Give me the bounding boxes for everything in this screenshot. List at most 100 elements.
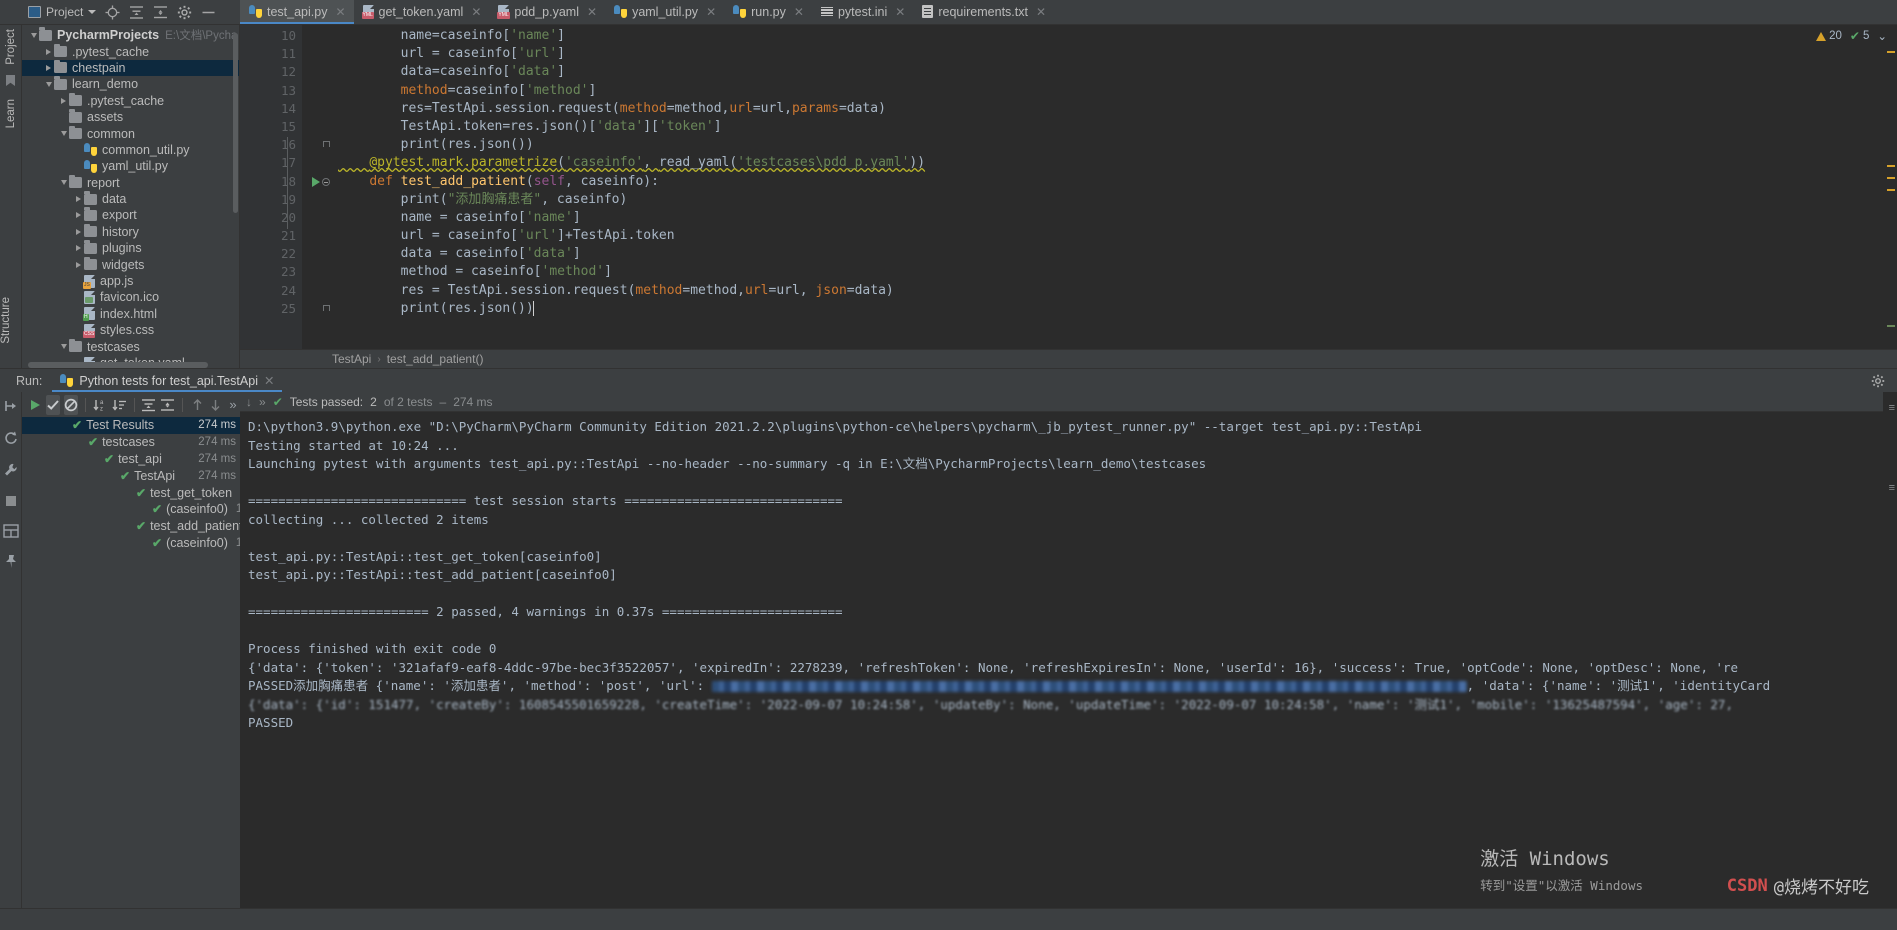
project-tree-item[interactable]: export (22, 207, 239, 223)
wrench-icon[interactable] (3, 462, 19, 481)
expand-chevron-right-icon[interactable] (43, 64, 54, 71)
editor-tab-requirements-txt[interactable]: requirements.txt ✕ (913, 0, 1054, 24)
stop-icon[interactable] (4, 494, 18, 511)
code-line[interactable]: TestApi.token=res.json()['data']['token'… (302, 118, 1883, 136)
code-line[interactable]: data=caseinfo['data'] (302, 63, 1883, 81)
code-line[interactable]: @pytest.mark.parametrize('caseinfo', rea… (302, 154, 1883, 172)
project-tree-item[interactable]: common_util.py (22, 142, 239, 158)
code-line[interactable]: method = caseinfo['method'] (302, 263, 1883, 281)
project-tree-item[interactable]: common (22, 125, 239, 141)
collapse-chevron-down-icon[interactable] (58, 344, 69, 350)
project-tree-item[interactable]: .pytest_cache (22, 43, 239, 59)
show-ignored-icon[interactable] (64, 394, 78, 415)
test-tree-item[interactable]: ✔test_add_patient117 ms (22, 518, 240, 535)
project-scrollbar[interactable] (232, 27, 239, 368)
collapse-chevron-down-icon[interactable] (43, 81, 54, 87)
project-tree-item[interactable]: JS app.js (22, 273, 239, 289)
gear-icon[interactable] (177, 5, 192, 20)
code-line[interactable]: print(res.json()) (302, 300, 1883, 318)
show-passed-icon[interactable] (46, 394, 60, 415)
expand-chevron-right-icon[interactable] (73, 261, 84, 268)
close-icon[interactable]: ✕ (264, 373, 274, 388)
collapse-chevron-down-icon[interactable] (58, 131, 69, 137)
close-icon[interactable]: ✕ (587, 5, 597, 19)
rerun-tests-icon[interactable] (28, 395, 42, 415)
run-config-tab[interactable]: Python tests for test_api.TestApi ✕ (52, 369, 283, 392)
code-editor[interactable]: 10 11 12 13 14 15 16 17 18 19 20 21 22 23 24 25 name=ca… (240, 25, 1897, 349)
close-icon[interactable]: ✕ (471, 5, 481, 19)
editor-tab-run-py[interactable]: run.py ✕ (724, 0, 812, 24)
project-tree-item[interactable]: Hindex.html (22, 306, 239, 322)
collapse-all-icon[interactable] (160, 395, 175, 415)
test-tree-item[interactable]: ✔ test_api 274 ms (22, 451, 240, 468)
editor-tab-pytest-ini[interactable]: pytest.ini ✕ (812, 0, 913, 24)
project-tree-panel[interactable]: PycharmProjects E:\文档\Pycha .pytest_cache c… (22, 25, 240, 368)
project-hscrollbar[interactable] (28, 362, 208, 368)
console-right-rail[interactable]: ≡ ≡ (1883, 392, 1897, 908)
project-tree-item[interactable]: data (22, 191, 239, 207)
expand-all-icon[interactable] (129, 5, 144, 20)
test-results-tree[interactable]: ✔ Test Results 274 ms ✔ testcases 274 ms ✔ test… (22, 417, 240, 908)
expand-chevron-right-icon[interactable] (73, 245, 84, 252)
close-icon[interactable]: ✕ (335, 5, 345, 19)
project-tree-item[interactable]: PycharmProjects E:\文档\Pycha (22, 27, 239, 43)
code-line[interactable]: res = TestApi.session.request(method=met… (302, 282, 1883, 300)
inspection-chevron[interactable]: ⌄ (1877, 29, 1887, 43)
project-tree-item[interactable]: .pytest_cache (22, 92, 239, 109)
expand-chevron-right-icon[interactable] (58, 97, 69, 104)
hide-panel-icon[interactable] (201, 5, 216, 20)
rail-button-project[interactable]: Project (5, 25, 17, 69)
editor-marker-bar[interactable] (1883, 25, 1897, 349)
breadcrumb-item-method[interactable]: test_add_patient() (387, 352, 484, 366)
project-tree-item[interactable]: history (22, 223, 239, 240)
rail-button-learn[interactable]: Learn (5, 95, 17, 132)
close-icon[interactable]: ✕ (794, 5, 804, 19)
code-line[interactable]: print(res.json()) (302, 136, 1883, 154)
project-tree-item[interactable]: testcases (22, 338, 239, 354)
test-tree-item[interactable]: ✔ testcases 274 ms (22, 434, 240, 451)
editor-tab-yaml_util-py[interactable]: yaml_util.py ✕ (605, 0, 724, 24)
code-content[interactable]: name=caseinfo['name'] url = caseinfo['ur… (302, 25, 1883, 349)
code-line[interactable]: def test_add_patient(self, caseinfo): (302, 173, 1883, 191)
next-failed-test-icon[interactable] (208, 395, 222, 415)
editor-tab-test_api-py[interactable]: test_api.py ✕ (240, 0, 354, 24)
code-line[interactable]: method=caseinfo['method'] (302, 82, 1883, 100)
test-tree-item[interactable]: ✔(caseinfo0) 157 ms (22, 501, 240, 518)
editor-tab-pdd_p-yaml[interactable]: YML pdd_p.yaml ✕ (489, 0, 605, 24)
project-tree-item[interactable]: CSS styles.css (22, 322, 239, 338)
code-line[interactable]: url = caseinfo['url'] (302, 45, 1883, 63)
expand-chevron-right-icon[interactable] (73, 196, 84, 203)
code-line[interactable]: url = caseinfo['url']+TestApi.token (302, 227, 1883, 245)
close-icon[interactable]: ✕ (706, 5, 716, 19)
locate-icon[interactable] (105, 5, 120, 20)
project-tree-item[interactable]: assets (22, 109, 239, 125)
more-icon[interactable]: » (259, 395, 266, 409)
inspection-widget[interactable]: 20 ✔ 5 ⌄ (1816, 29, 1887, 43)
code-line[interactable]: print("添加胸痛患者", caseinfo) (302, 191, 1883, 209)
project-tree-item[interactable]: report (22, 174, 239, 191)
test-tree-item[interactable]: ✔ TestApi 274 ms (22, 467, 240, 484)
scroll-down-icon[interactable]: ↓ (246, 395, 252, 409)
project-tree-item[interactable]: chestpain (22, 59, 239, 77)
code-line[interactable]: res=TestApi.session.request(method=metho… (302, 100, 1883, 118)
close-icon[interactable]: ✕ (895, 5, 905, 19)
project-tree-item[interactable]: favicon.ico (22, 289, 239, 305)
project-tree-item[interactable]: yaml_util.py (22, 158, 239, 174)
expand-chevron-right-icon[interactable] (43, 48, 54, 55)
test-tree-item[interactable]: ✔ Test Results 274 ms (22, 417, 240, 434)
close-icon[interactable]: ✕ (1036, 5, 1046, 19)
collapse-all-icon[interactable] (153, 5, 168, 20)
console-output[interactable]: D:\python3.9\python.exe "D:\PyCharm\PyCh… (240, 412, 1883, 908)
breadcrumb-item-class[interactable]: TestApi (332, 352, 371, 366)
layout-icon[interactable] (2, 524, 19, 541)
project-view-selector[interactable]: Project (28, 5, 97, 19)
rail-button-structure[interactable]: Structure (0, 297, 12, 344)
code-line[interactable]: data = caseinfo['data'] (302, 245, 1883, 263)
expand-all-icon[interactable] (141, 395, 156, 415)
settings-gear-icon[interactable] (1871, 374, 1885, 391)
code-line[interactable]: name = caseinfo['name'] (302, 209, 1883, 227)
rerun-failed-icon[interactable] (3, 430, 19, 449)
project-tree-item[interactable]: plugins (22, 240, 239, 256)
editor-tab-get_token-yaml[interactable]: YML get_token.yaml ✕ (354, 0, 490, 24)
pin-icon[interactable] (3, 554, 19, 573)
